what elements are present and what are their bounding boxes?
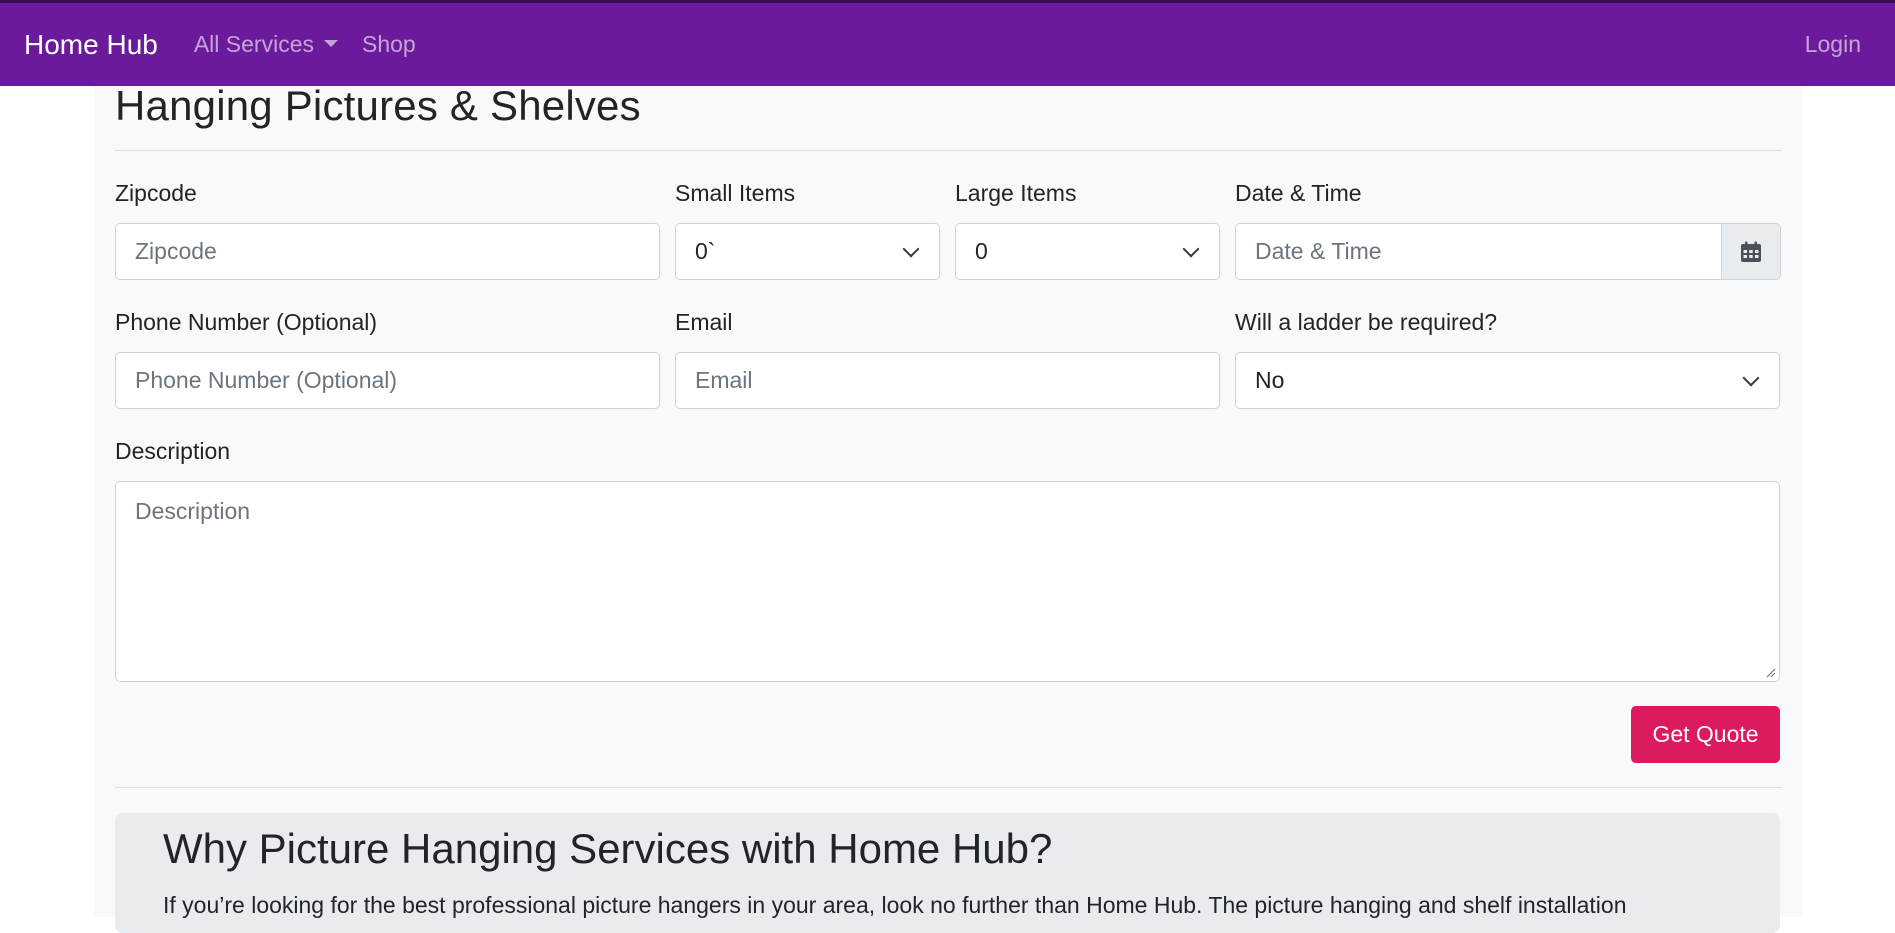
- login-link[interactable]: Login: [1805, 31, 1861, 58]
- all-services-label: All Services: [193, 31, 314, 57]
- chevron-down-icon: [902, 240, 920, 257]
- calendar-button[interactable]: [1721, 223, 1781, 280]
- resize-handle-icon[interactable]: [1764, 666, 1776, 678]
- navbar: Home Hub All Services Shop Login: [0, 0, 1895, 86]
- date-time-placeholder: Date & Time: [1255, 238, 1382, 264]
- date-time-input[interactable]: Date & Time: [1235, 223, 1722, 280]
- divider: [115, 150, 1782, 151]
- phone-placeholder: Phone Number (Optional): [135, 367, 398, 393]
- zipcode-placeholder: Zipcode: [135, 238, 217, 264]
- description-label: Description: [115, 438, 231, 464]
- chevron-down-icon: [1742, 369, 1760, 386]
- description-textarea[interactable]: Description: [115, 481, 1780, 682]
- chevron-down-icon: [1182, 240, 1200, 257]
- calendar-icon: [1741, 241, 1761, 262]
- brand-link[interactable]: Home Hub: [24, 29, 158, 61]
- zipcode-label: Zipcode: [115, 180, 197, 206]
- email-input[interactable]: Email: [675, 352, 1220, 409]
- info-text: If you’re looking for the best professio…: [163, 892, 1627, 918]
- ladder-label: Will a ladder be required?: [1235, 309, 1498, 335]
- shop-link[interactable]: Shop: [362, 31, 416, 58]
- caret-down-icon: [324, 39, 338, 47]
- info-heading: Why Picture Hanging Services with Home H…: [163, 825, 1053, 872]
- large-items-label: Large Items: [955, 180, 1077, 206]
- large-items-value: 0: [975, 238, 988, 264]
- date-time-label: Date & Time: [1235, 180, 1362, 206]
- small-items-value: 0`: [695, 238, 716, 264]
- zipcode-input[interactable]: Zipcode: [115, 223, 660, 280]
- ladder-select[interactable]: No: [1235, 352, 1780, 409]
- large-items-select[interactable]: 0: [955, 223, 1220, 280]
- phone-input[interactable]: Phone Number (Optional): [115, 352, 660, 409]
- description-placeholder: Description: [135, 498, 251, 524]
- small-items-label: Small Items: [675, 180, 796, 206]
- info-section: Why Picture Hanging Services with Home H…: [115, 813, 1780, 933]
- phone-label: Phone Number (Optional): [115, 309, 378, 335]
- small-items-select[interactable]: 0`: [675, 223, 940, 280]
- page-title: Hanging Pictures & Shelves: [115, 82, 641, 129]
- email-label: Email: [675, 309, 733, 335]
- divider: [115, 787, 1782, 788]
- get-quote-button[interactable]: Get Quote: [1631, 706, 1780, 763]
- email-placeholder: Email: [695, 367, 753, 393]
- all-services-dropdown[interactable]: All Services: [194, 31, 338, 58]
- main-container: Hanging Pictures & Shelves Zipcode Small…: [94, 82, 1803, 933]
- ladder-value: No: [1255, 367, 1285, 393]
